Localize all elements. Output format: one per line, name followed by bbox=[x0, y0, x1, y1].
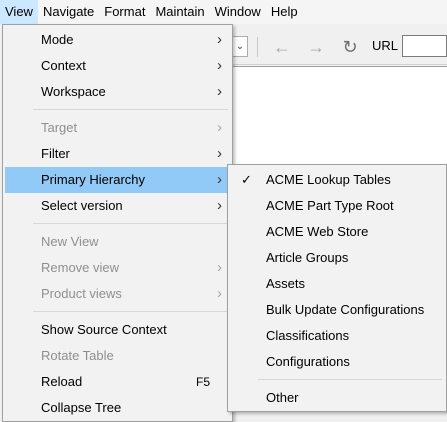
menu-item-primary-hierarchy[interactable]: Primary Hierarchy › bbox=[5, 167, 230, 193]
menu-item-workspace[interactable]: Workspace › bbox=[5, 79, 230, 105]
menu-item-label: Other bbox=[266, 390, 299, 405]
view-menu: Mode › Context › Workspace › Target › Fi… bbox=[2, 24, 233, 422]
menu-item-filter[interactable]: Filter › bbox=[5, 141, 230, 167]
submenu-item-acme-web-store[interactable]: ACME Web Store bbox=[230, 219, 444, 245]
chevron-right-icon: › bbox=[217, 83, 222, 100]
menu-item-label: ACME Part Type Root bbox=[266, 198, 394, 213]
menu-item-label: Bulk Update Configurations bbox=[266, 302, 425, 317]
submenu-item-other[interactable]: Other bbox=[230, 385, 444, 411]
menu-item-label: Context bbox=[41, 58, 86, 73]
arrow-left-icon[interactable]: ← bbox=[270, 35, 294, 59]
refresh-icon[interactable]: ↻ bbox=[338, 35, 362, 59]
chevron-right-icon: › bbox=[217, 119, 222, 136]
chevron-right-icon: › bbox=[217, 57, 222, 74]
menu-item-label: Article Groups bbox=[266, 250, 349, 265]
menu-item-label: Select version bbox=[41, 198, 123, 213]
url-input[interactable] bbox=[402, 35, 447, 57]
menu-item-label: Target bbox=[41, 120, 78, 135]
menu-item-label: Remove view bbox=[41, 260, 120, 275]
menu-window[interactable]: Window bbox=[210, 0, 266, 24]
menu-item-label: Reload bbox=[41, 374, 83, 389]
menu-item-show-source-context[interactable]: Show Source Context bbox=[5, 317, 230, 343]
menu-item-label: Primary Hierarchy bbox=[41, 172, 146, 187]
menu-item-rotate-table[interactable]: Rotate Table bbox=[5, 343, 230, 369]
menu-format[interactable]: Format bbox=[99, 0, 150, 24]
menu-separator bbox=[33, 109, 228, 110]
menu-item-collapse-tree[interactable]: Collapse Tree bbox=[5, 395, 230, 421]
submenu-item-article-groups[interactable]: Article Groups bbox=[230, 245, 444, 271]
shortcut-label: F5 bbox=[195, 375, 210, 389]
arrow-right-icon[interactable]: → bbox=[304, 35, 328, 59]
content-pane bbox=[232, 66, 447, 167]
menu-item-remove-view[interactable]: Remove view › bbox=[5, 255, 230, 281]
menu-item-label: Classifications bbox=[266, 328, 350, 343]
menu-separator bbox=[258, 379, 442, 380]
menu-item-mode[interactable]: Mode › bbox=[5, 27, 230, 53]
submenu-item-acme-lookup-tables[interactable]: ✓ ACME Lookup Tables bbox=[230, 167, 444, 193]
chevron-right-icon: › bbox=[217, 197, 222, 214]
checkmark-icon: ✓ bbox=[241, 172, 252, 187]
menu-item-reload[interactable]: Reload F5 bbox=[5, 369, 230, 395]
menu-navigate[interactable]: Navigate bbox=[38, 0, 99, 24]
menu-item-label: Rotate Table bbox=[41, 348, 114, 363]
submenu-item-acme-part-type-root[interactable]: ACME Part Type Root bbox=[230, 193, 444, 219]
menu-item-target[interactable]: Target › bbox=[5, 115, 230, 141]
menu-item-new-view[interactable]: New View bbox=[5, 229, 230, 255]
chevron-right-icon: › bbox=[217, 145, 222, 162]
menu-item-label: Show Source Context bbox=[41, 322, 167, 337]
menu-item-label: ACME Lookup Tables bbox=[266, 172, 391, 187]
menu-separator bbox=[33, 311, 228, 312]
menu-item-label: New View bbox=[41, 234, 99, 249]
submenu-item-assets[interactable]: Assets bbox=[230, 271, 444, 297]
menu-item-label: ACME Web Store bbox=[266, 224, 369, 239]
chevron-right-icon: › bbox=[217, 171, 222, 188]
menu-item-label: Collapse Tree bbox=[41, 400, 122, 415]
menu-separator bbox=[33, 223, 228, 224]
menu-item-label: Mode bbox=[41, 32, 74, 47]
menu-item-select-version[interactable]: Select version › bbox=[5, 193, 230, 219]
chevron-right-icon: › bbox=[217, 259, 222, 276]
menu-maintain[interactable]: Maintain bbox=[150, 0, 209, 24]
submenu-item-bulk-update-configurations[interactable]: Bulk Update Configurations bbox=[230, 297, 444, 323]
submenu-item-configurations[interactable]: Configurations bbox=[230, 349, 444, 375]
chevron-down-icon[interactable]: ⌄ bbox=[232, 36, 248, 57]
primary-hierarchy-submenu: ✓ ACME Lookup Tables ACME Part Type Root… bbox=[227, 164, 447, 412]
submenu-item-classifications[interactable]: Classifications bbox=[230, 323, 444, 349]
menu-item-context[interactable]: Context › bbox=[5, 53, 230, 79]
toolbar-separator bbox=[257, 37, 258, 57]
menu-item-product-views[interactable]: Product views › bbox=[5, 281, 230, 307]
menu-item-label: Product views bbox=[41, 286, 122, 301]
chevron-right-icon: › bbox=[217, 285, 222, 302]
url-label: URL bbox=[372, 38, 399, 53]
menu-item-label: Assets bbox=[266, 276, 306, 291]
menu-view[interactable]: View bbox=[0, 0, 38, 24]
menu-help[interactable]: Help bbox=[266, 0, 303, 24]
menu-item-label: Workspace bbox=[41, 84, 106, 99]
menu-item-label: Filter bbox=[41, 146, 70, 161]
menu-item-label: Configurations bbox=[266, 354, 350, 369]
toolbar: ⌄ ← → ↻ URL bbox=[232, 30, 447, 65]
menu-bar: View Navigate Format Maintain Window Hel… bbox=[0, 0, 447, 24]
chevron-right-icon: › bbox=[217, 31, 222, 48]
